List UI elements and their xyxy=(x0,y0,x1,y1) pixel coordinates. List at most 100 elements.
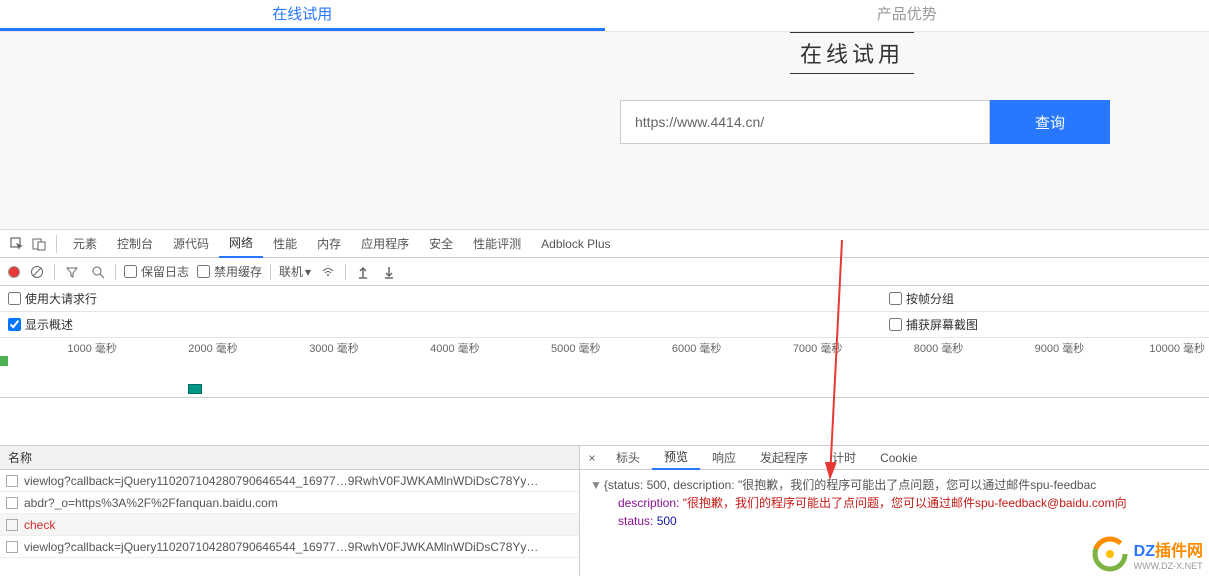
tab-response[interactable]: 响应 xyxy=(700,447,748,469)
timeline-tick: 5000 毫秒 xyxy=(484,340,605,356)
disable-cache-label: 禁用缓存 xyxy=(214,263,262,280)
query-button[interactable]: 查询 xyxy=(990,100,1110,144)
tab-online-trial[interactable]: 在线试用 xyxy=(0,0,605,31)
watermark-url: WWW.DZ-X.NET xyxy=(1134,561,1203,571)
requests-header[interactable]: 名称 xyxy=(0,446,579,470)
download-icon[interactable] xyxy=(380,263,398,281)
tab-headers[interactable]: 标头 xyxy=(604,447,652,469)
timeline-tick: 3000 毫秒 xyxy=(242,340,363,356)
bottom-panels: 名称 viewlog?callback=jQuery11020710428079… xyxy=(0,446,1209,576)
request-row[interactable]: abdr?_o=https%3A%2F%2Ffanquan.baidu.com xyxy=(0,492,579,514)
timeline-ticks: 1000 毫秒 2000 毫秒 3000 毫秒 4000 毫秒 5000 毫秒 … xyxy=(0,338,1209,356)
group-by-frame-checkbox[interactable]: 按帧分组 xyxy=(889,290,954,307)
json-key: description: xyxy=(618,496,679,510)
request-name: viewlog?callback=jQuery11020710428079064… xyxy=(24,474,538,488)
watermark: DZ插件网 WWW.DZ-X.NET xyxy=(1092,536,1203,572)
large-rows-label: 使用大请求行 xyxy=(25,290,97,307)
file-icon xyxy=(6,541,18,553)
devtools-tabbar: 元素 控制台 源代码 网络 性能 内存 应用程序 安全 性能评测 Adblock… xyxy=(0,230,1209,258)
network-toolbar: 保留日志 禁用缓存 联机▾ xyxy=(0,258,1209,286)
request-name: viewlog?callback=jQuery11020710428079064… xyxy=(24,540,538,554)
spacer xyxy=(0,398,1209,446)
search-icon[interactable] xyxy=(89,263,107,281)
throttling-dropdown[interactable]: 联机▾ xyxy=(279,263,311,280)
tab-application[interactable]: 应用程序 xyxy=(351,231,419,257)
tab-lighthouse[interactable]: 性能评测 xyxy=(463,231,531,257)
timeline-tick: 9000 毫秒 xyxy=(967,340,1088,356)
clear-icon[interactable] xyxy=(28,263,46,281)
request-name: abdr?_o=https%3A%2F%2Ffanquan.baidu.com xyxy=(24,496,278,510)
page-top-tabs: 在线试用 产品优势 xyxy=(0,0,1209,32)
tab-performance[interactable]: 性能 xyxy=(263,231,307,257)
throttling-label: 联机 xyxy=(279,263,303,280)
inspect-icon[interactable] xyxy=(6,233,28,255)
timeline-tick: 2000 毫秒 xyxy=(121,340,242,356)
watermark-logo-icon xyxy=(1092,536,1128,572)
wifi-icon[interactable] xyxy=(319,263,337,281)
tab-cookies[interactable]: Cookie xyxy=(868,447,929,469)
tab-timing[interactable]: 计时 xyxy=(820,447,868,469)
json-string-value: "很抱歉，我们的程序可能出了点问题，您可以通过邮件spu-feedback@ba… xyxy=(683,496,1127,510)
file-icon xyxy=(6,475,18,487)
json-description-line: description: "很抱歉，我们的程序可能出了点问题，您可以通过邮件sp… xyxy=(590,494,1199,512)
file-icon xyxy=(6,519,18,531)
upload-icon[interactable] xyxy=(354,263,372,281)
tab-preview[interactable]: 预览 xyxy=(652,446,700,470)
capture-screenshot-label: 捕获屏幕截图 xyxy=(906,316,978,333)
preserve-log-label: 保留日志 xyxy=(141,263,189,280)
show-overview-checkbox[interactable]: 显示概述 xyxy=(8,316,73,333)
search-row: 查询 xyxy=(620,100,1110,144)
request-name: check xyxy=(24,518,55,532)
large-rows-checkbox[interactable]: 使用大请求行 xyxy=(8,290,97,307)
timeline-tick: 1000 毫秒 xyxy=(0,340,121,356)
requests-panel: 名称 viewlog?callback=jQuery11020710428079… xyxy=(0,446,580,576)
page-content: 在线试用 查询 xyxy=(0,32,1209,230)
tab-network[interactable]: 网络 xyxy=(219,230,263,258)
timeline-tick: 4000 毫秒 xyxy=(363,340,484,356)
expand-triangle-icon[interactable]: ▼ xyxy=(590,478,602,492)
request-row[interactable]: viewlog?callback=jQuery11020710428079064… xyxy=(0,470,579,492)
json-number-value: 500 xyxy=(657,514,677,528)
page-heading: 在线试用 xyxy=(790,32,914,74)
preserve-log-checkbox[interactable]: 保留日志 xyxy=(124,263,189,280)
tab-console[interactable]: 控制台 xyxy=(107,231,163,257)
tab-initiator[interactable]: 发起程序 xyxy=(748,447,820,469)
record-button[interactable] xyxy=(8,266,20,278)
tab-memory[interactable]: 内存 xyxy=(307,231,351,257)
separator xyxy=(345,264,346,280)
request-row[interactable]: viewlog?callback=jQuery11020710428079064… xyxy=(0,536,579,558)
device-toggle-icon[interactable] xyxy=(28,233,50,255)
tab-product-advantage[interactable]: 产品优势 xyxy=(605,0,1209,31)
json-summary-line[interactable]: ▼{status: 500, description: "很抱歉，我们的程序可能… xyxy=(590,476,1199,494)
close-icon[interactable]: × xyxy=(580,451,604,465)
divider xyxy=(56,235,57,253)
detail-tabs: × 标头 预览 响应 发起程序 计时 Cookie xyxy=(580,446,1209,470)
url-input[interactable] xyxy=(620,100,990,144)
timeline-marker xyxy=(188,384,202,394)
group-by-frame-label: 按帧分组 xyxy=(906,290,954,307)
disable-cache-checkbox[interactable]: 禁用缓存 xyxy=(197,263,262,280)
json-summary-text: {status: 500, description: "很抱歉，我们的程序可能出… xyxy=(604,478,1096,492)
filter-icon[interactable] xyxy=(63,263,81,281)
tab-sources[interactable]: 源代码 xyxy=(163,231,219,257)
show-overview-label: 显示概述 xyxy=(25,316,73,333)
separator xyxy=(270,264,271,280)
options-row-1: 使用大请求行 按帧分组 xyxy=(0,286,1209,312)
timeline-tick: 7000 毫秒 xyxy=(725,340,846,356)
chevron-down-icon: ▾ xyxy=(305,265,311,279)
timeline-tick: 6000 毫秒 xyxy=(605,340,726,356)
options-row-2: 显示概述 捕获屏幕截图 xyxy=(0,312,1209,338)
preview-body: ▼{status: 500, description: "很抱歉，我们的程序可能… xyxy=(580,470,1209,536)
file-icon xyxy=(6,497,18,509)
tab-elements[interactable]: 元素 xyxy=(63,231,107,257)
tab-adblock[interactable]: Adblock Plus xyxy=(531,231,620,257)
timeline-marker xyxy=(0,356,8,366)
request-row[interactable]: check xyxy=(0,514,579,536)
separator xyxy=(54,264,55,280)
timeline-overview[interactable]: 1000 毫秒 2000 毫秒 3000 毫秒 4000 毫秒 5000 毫秒 … xyxy=(0,338,1209,398)
capture-screenshot-checkbox[interactable]: 捕获屏幕截图 xyxy=(889,316,978,333)
tab-security[interactable]: 安全 xyxy=(419,231,463,257)
json-key: status: xyxy=(618,514,653,528)
timeline-tick: 10000 毫秒 xyxy=(1088,340,1209,356)
separator xyxy=(115,264,116,280)
